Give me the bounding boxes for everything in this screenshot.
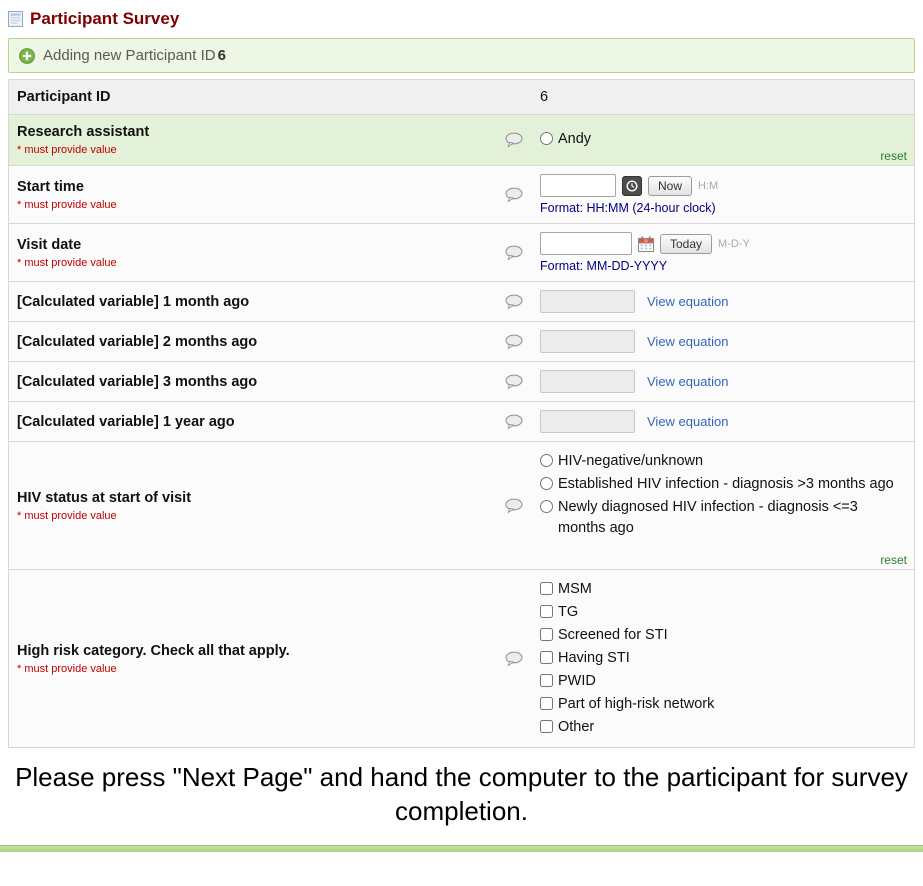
instrument-icon <box>8 11 23 27</box>
option-label: HIV-negative/unknown <box>558 451 703 472</box>
high-risk-option[interactable]: Having STI <box>540 648 906 669</box>
option-label: PWID <box>558 671 596 692</box>
field-comment-icon[interactable] <box>505 414 523 429</box>
hiv-status-option[interactable]: HIV-negative/unknown <box>540 451 906 472</box>
calc-label: [Calculated variable] 1 month ago <box>17 294 496 310</box>
checkbox-having-sti[interactable] <box>540 651 553 664</box>
research-assistant-option[interactable]: Andy <box>540 129 906 150</box>
radio-hiv-negative[interactable] <box>540 454 553 467</box>
option-label: MSM <box>558 579 592 600</box>
new-record-banner: Adding new Participant ID6 <box>8 38 915 73</box>
calc-input <box>540 330 635 353</box>
row-calc-2-months: [Calculated variable] 2 months ago View … <box>9 322 914 362</box>
date-format-note: Format: MM-DD-YYYY <box>540 259 906 273</box>
hiv-status-option[interactable]: Established HIV infection - diagnosis >3… <box>540 474 906 495</box>
title-bar: Participant Survey <box>0 0 923 36</box>
checkbox-high-risk-network[interactable] <box>540 697 553 710</box>
participant-id-value: 6 <box>540 89 906 105</box>
row-hiv-status: HIV status at start of visit * must prov… <box>9 442 914 570</box>
required-note: * must provide value <box>17 257 496 269</box>
calc-label: [Calculated variable] 3 months ago <box>17 374 496 390</box>
instruction-text: Please press "Next Page" and hand the co… <box>0 748 923 845</box>
row-high-risk: High risk category. Check all that apply… <box>9 570 914 748</box>
field-comment-icon[interactable] <box>505 133 523 148</box>
option-label: Andy <box>558 129 591 150</box>
high-risk-option[interactable]: Other <box>540 717 906 738</box>
option-label: Screened for STI <box>558 625 668 646</box>
high-risk-option[interactable]: MSM <box>540 579 906 600</box>
calc-label: [Calculated variable] 1 year ago <box>17 414 496 430</box>
reset-link[interactable]: reset <box>880 553 907 567</box>
field-comment-icon[interactable] <box>505 245 523 260</box>
now-button[interactable]: Now <box>648 176 692 196</box>
hiv-status-label: HIV status at start of visit <box>17 490 496 506</box>
high-risk-option[interactable]: Part of high-risk network <box>540 694 906 715</box>
time-format-note: Format: HH:MM (24-hour clock) <box>540 201 906 215</box>
row-start-time: Start time * must provide value Now <box>9 166 914 224</box>
today-button[interactable]: Today <box>660 234 712 254</box>
row-visit-date: Visit date * must provide value <box>9 224 914 282</box>
row-research-assistant: Research assistant * must provide value … <box>9 115 914 166</box>
svg-text:31: 31 <box>644 239 648 243</box>
view-equation-link[interactable]: View equation <box>647 294 728 309</box>
calc-input <box>540 290 635 313</box>
checkbox-pwid[interactable] <box>540 674 553 687</box>
checkbox-other[interactable] <box>540 720 553 733</box>
option-label: Having STI <box>558 648 630 669</box>
calc-label: [Calculated variable] 2 months ago <box>17 334 496 350</box>
radio-hiv-newly-diagnosed[interactable] <box>540 500 553 513</box>
option-label: TG <box>558 602 578 623</box>
checkbox-msm[interactable] <box>540 582 553 595</box>
field-comment-icon[interactable] <box>505 651 523 666</box>
option-label: Other <box>558 717 594 738</box>
high-risk-label: High risk category. Check all that apply… <box>17 643 496 659</box>
calc-input <box>540 410 635 433</box>
field-comment-icon[interactable] <box>505 294 523 309</box>
high-risk-option[interactable]: PWID <box>540 671 906 692</box>
date-hint: M-D-Y <box>718 238 750 250</box>
row-participant-id: Participant ID 6 <box>9 80 914 115</box>
research-assistant-label: Research assistant <box>17 124 496 140</box>
view-equation-link[interactable]: View equation <box>647 334 728 349</box>
view-equation-link[interactable]: View equation <box>647 374 728 389</box>
time-picker-icon[interactable] <box>622 176 642 196</box>
required-note: * must provide value <box>17 144 496 156</box>
row-calc-1-year: [Calculated variable] 1 year ago View eq… <box>9 402 914 442</box>
required-note: * must provide value <box>17 199 496 211</box>
calc-input <box>540 370 635 393</box>
option-label: Newly diagnosed HIV infection - diagnosi… <box>558 497 906 539</box>
checkbox-tg[interactable] <box>540 605 553 618</box>
banner-text: Adding new Participant ID6 <box>43 47 226 64</box>
checkbox-screened-sti[interactable] <box>540 628 553 641</box>
participant-id-label: Participant ID <box>17 89 496 105</box>
view-equation-link[interactable]: View equation <box>647 414 728 429</box>
radio-andy[interactable] <box>540 132 553 145</box>
field-comment-icon[interactable] <box>505 498 523 513</box>
field-comment-icon[interactable] <box>505 334 523 349</box>
option-label: Established HIV infection - diagnosis >3… <box>558 474 894 495</box>
survey-form: Participant ID 6 Research assistant * mu… <box>8 79 915 748</box>
visit-date-label: Visit date <box>17 237 496 253</box>
required-note: * must provide value <box>17 510 496 522</box>
required-note: * must provide value <box>17 663 496 675</box>
start-time-label: Start time <box>17 179 496 195</box>
visit-date-input[interactable] <box>540 232 632 255</box>
add-record-icon <box>19 48 35 64</box>
field-comment-icon[interactable] <box>505 187 523 202</box>
calendar-icon[interactable]: 31 <box>638 236 654 252</box>
row-calc-3-months: [Calculated variable] 3 months ago View … <box>9 362 914 402</box>
reset-link[interactable]: reset <box>880 149 907 163</box>
high-risk-option[interactable]: TG <box>540 602 906 623</box>
radio-hiv-established[interactable] <box>540 477 553 490</box>
time-hint: H:M <box>698 180 718 192</box>
section-divider <box>0 845 923 852</box>
row-calc-1-month: [Calculated variable] 1 month ago View e… <box>9 282 914 322</box>
page-title: Participant Survey <box>30 9 179 29</box>
high-risk-option[interactable]: Screened for STI <box>540 625 906 646</box>
field-comment-icon[interactable] <box>505 374 523 389</box>
start-time-input[interactable] <box>540 174 616 197</box>
hiv-status-option[interactable]: Newly diagnosed HIV infection - diagnosi… <box>540 497 906 539</box>
banner-record-id: 6 <box>218 47 226 64</box>
option-label: Part of high-risk network <box>558 694 714 715</box>
